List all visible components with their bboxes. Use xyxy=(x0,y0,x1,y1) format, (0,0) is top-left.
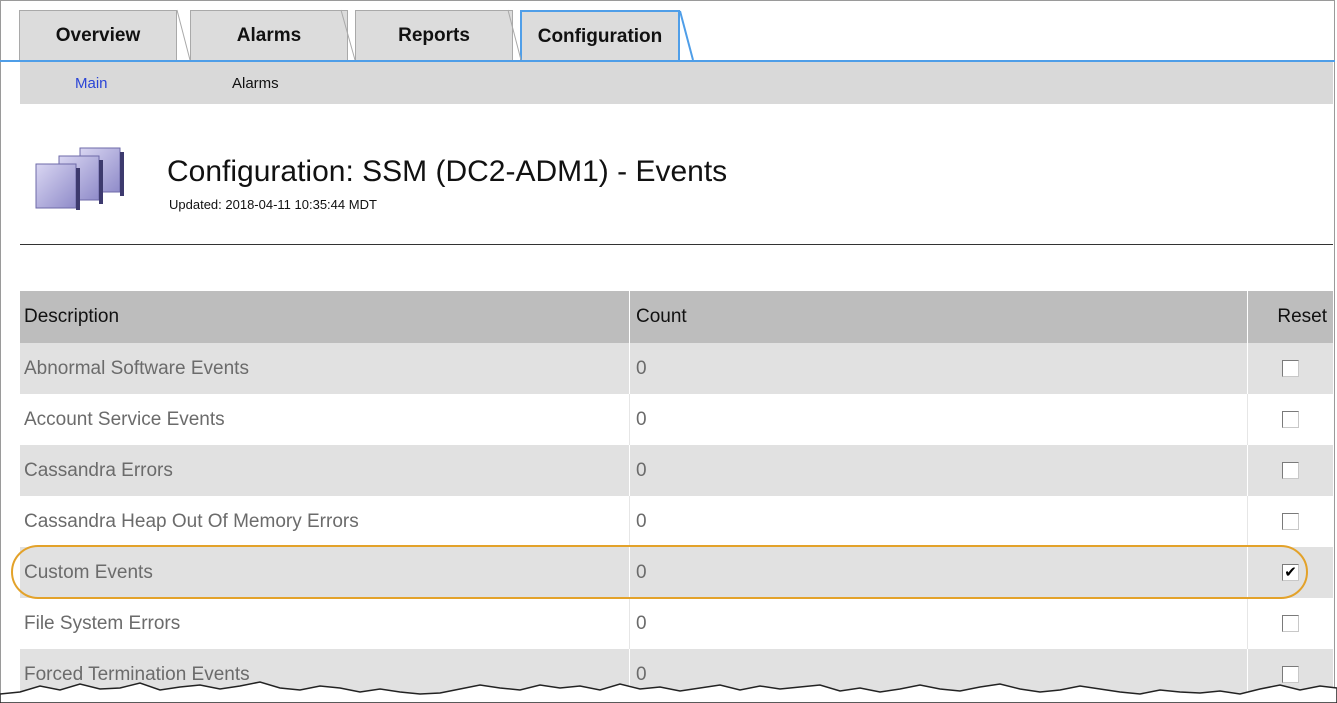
table-row: File System Errors 0 xyxy=(20,598,1333,649)
reset-cell xyxy=(1248,394,1333,445)
row-count: 0 xyxy=(630,598,1248,649)
stacked-pages-icon xyxy=(35,147,124,210)
table-row-custom-events: Custom Events 0 ✔ xyxy=(20,547,1333,598)
table-row: Account Service Events 0 xyxy=(20,394,1333,445)
row-description: Account Service Events xyxy=(20,394,630,445)
page-title: Configuration: SSM (DC2-ADM1) - Events xyxy=(167,155,728,188)
column-header-reset: Reset xyxy=(1277,306,1327,327)
row-count: 0 xyxy=(630,445,1248,496)
header-divider xyxy=(20,244,1333,245)
row-description: File System Errors xyxy=(20,598,630,649)
reset-cell xyxy=(1248,598,1333,649)
reset-checkbox[interactable]: ✔ xyxy=(1282,564,1299,581)
row-count: 0 xyxy=(630,394,1248,445)
subnav-alarms-label: Alarms xyxy=(232,74,279,92)
table-row: Cassandra Errors 0 xyxy=(20,445,1333,496)
subnav-main[interactable]: Main xyxy=(75,62,108,104)
table-header-row: Description Count Reset xyxy=(20,291,1333,343)
updated-timestamp: Updated: 2018-04-11 10:35:44 MDT xyxy=(169,197,377,212)
reset-cell xyxy=(1248,496,1333,547)
subnav-main-label: Main xyxy=(75,74,108,92)
reset-checkbox[interactable] xyxy=(1282,462,1299,479)
reset-checkbox[interactable] xyxy=(1282,411,1299,428)
tab-bar: Overview Alarms Reports Configuration xyxy=(0,0,1335,62)
table-row: Abnormal Software Events 0 xyxy=(20,343,1333,394)
row-count: 0 xyxy=(630,496,1248,547)
reset-checkbox[interactable] xyxy=(1282,615,1299,632)
reset-cell: ✔ xyxy=(1248,547,1333,598)
row-count: 0 xyxy=(630,547,1248,598)
table-row: Cassandra Heap Out Of Memory Errors 0 xyxy=(20,496,1333,547)
row-description: Cassandra Heap Out Of Memory Errors xyxy=(20,496,630,547)
subnav-alarms[interactable]: Alarms xyxy=(232,62,279,104)
sub-navigation: Main Alarms xyxy=(20,62,1333,104)
reset-checkbox[interactable] xyxy=(1282,513,1299,530)
column-header-count: Count xyxy=(630,291,1248,343)
reset-cell xyxy=(1248,343,1333,394)
column-header-description: Description xyxy=(20,291,630,343)
row-description: Abnormal Software Events xyxy=(20,343,630,394)
reset-cell xyxy=(1248,445,1333,496)
reset-checkbox[interactable] xyxy=(1282,360,1299,377)
tab-slants xyxy=(176,9,694,61)
torn-edge xyxy=(0,681,1337,703)
row-description: Custom Events xyxy=(20,547,630,598)
row-description: Cassandra Errors xyxy=(20,445,630,496)
row-count: 0 xyxy=(630,343,1248,394)
events-table: Description Count Reset Abnormal Softwar… xyxy=(20,291,1333,700)
